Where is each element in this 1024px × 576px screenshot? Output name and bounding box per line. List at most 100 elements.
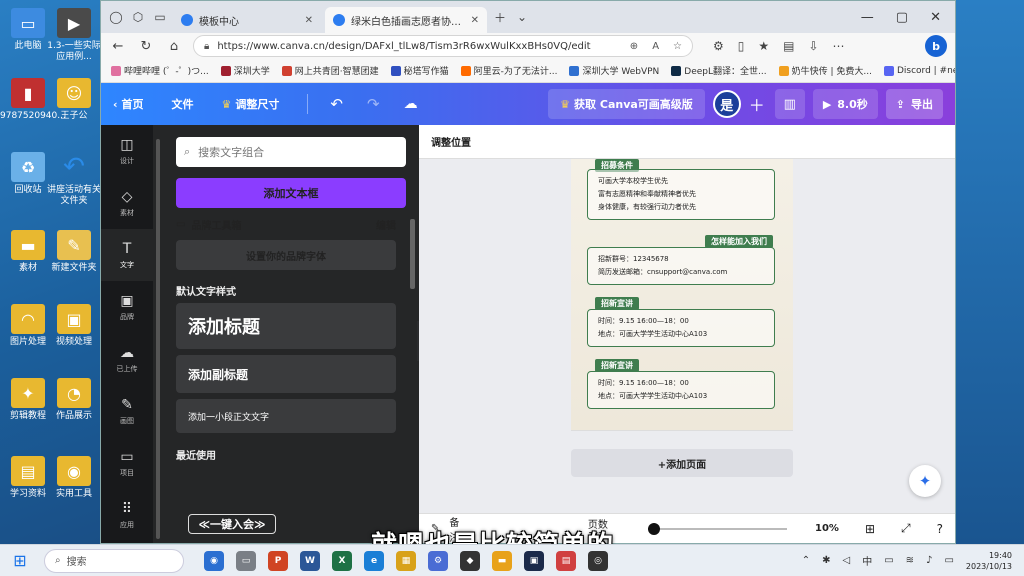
zoom-icon[interactable]: ⊕ [630, 41, 638, 52]
more-icon[interactable]: ⋯ [833, 39, 845, 53]
app-icon[interactable]: ▭ [236, 550, 256, 571]
bookmark-item[interactable]: 深圳大学 WebVPN [569, 64, 659, 77]
desktop-icon[interactable]: ◉ 实用工具 [46, 456, 102, 500]
collections-icon[interactable]: ▤ [783, 39, 794, 53]
bing-copilot-icon[interactable]: b [925, 35, 947, 57]
tab-canva-design[interactable]: 绿米白色插画志愿者协会招新海... ✕ [325, 7, 487, 33]
add-textbox-button[interactable]: 添加文本框 [176, 178, 406, 208]
clock[interactable]: 19:40 2023/10/13 [966, 550, 1012, 572]
bookmark-item[interactable]: 奶牛快传 | 免费大... [778, 64, 872, 77]
downloads-icon[interactable]: ⇩ [808, 39, 818, 53]
section-box[interactable]: 可画大学本校学生优先 富有志愿精神和奉献精神者优先 身体健康，有较强行动力者优先 [587, 169, 775, 220]
windows-start-icon[interactable]: ⊞ [10, 551, 30, 571]
section-box[interactable]: 时间：9.15 16:00—18：00 地点：可画大学学生活动中心A103 [587, 309, 775, 347]
app-icon[interactable]: ◆ [460, 550, 480, 571]
back-icon[interactable]: ← [109, 39, 127, 54]
upgrade-button[interactable]: ♛ 获取 Canva可画高级版 [548, 89, 705, 119]
avatar[interactable]: 是 [712, 90, 741, 118]
add-subheading-button[interactable]: 添加副标题 [176, 355, 396, 393]
excel-icon[interactable]: X [332, 550, 352, 571]
app-icon[interactable]: ▣ [524, 550, 544, 571]
app-icon[interactable]: ▤ [556, 550, 576, 571]
app-icon[interactable]: ◎ [588, 550, 608, 571]
file-menu-button[interactable]: 文件 [172, 96, 194, 112]
panel-scrollbar[interactable] [410, 219, 415, 289]
help-icon[interactable]: ? [937, 522, 943, 536]
bookmark-item[interactable]: DeepL翻译：全世... [671, 64, 767, 77]
chevron-down-icon[interactable]: ⌄ [513, 8, 531, 26]
split-screen-icon[interactable]: ▯ [738, 39, 745, 53]
home-button[interactable]: ‹ 首页 [113, 96, 144, 112]
text-search-box[interactable]: ⌕ [176, 137, 406, 167]
rail-item-projects[interactable]: ▭ 项目 [101, 437, 153, 489]
brand-kit-edit-link[interactable]: 编辑 [376, 217, 396, 232]
invite-plus-icon[interactable]: ＋ [749, 92, 765, 116]
section-box[interactable]: 时间：9.15 16:00—18：00 地点：可画大学学生活动中心A103 [587, 371, 775, 409]
minimize-icon[interactable]: — [861, 10, 874, 25]
fullscreen-icon[interactable]: ⤢ [901, 521, 911, 536]
app-icon[interactable]: ◉ [204, 550, 224, 571]
insights-chart-icon[interactable]: ▥ [774, 89, 805, 119]
rail-item-brand[interactable]: ▣ 品牌 [101, 281, 153, 333]
close-window-icon[interactable]: ✕ [930, 10, 941, 25]
resize-button[interactable]: ♛ 调整尺寸 [222, 96, 280, 112]
desktop-icon[interactable]: ◔ 作品展示 [46, 378, 102, 422]
add-body-text-button[interactable]: 添加一小段正文文字 [176, 399, 396, 433]
export-button[interactable]: ⇪ 导出 [885, 89, 943, 119]
desktop-icon[interactable]: ↶ 讲座活动有关文件夹 [46, 152, 102, 207]
grid-view-icon[interactable]: ⊞ [865, 522, 875, 536]
zoom-level[interactable]: 10% [815, 523, 839, 534]
bookmark-item[interactable]: 哔哩哔哩 (゜-゜)つ... [111, 64, 209, 77]
rail-item-apps[interactable]: ⠿ 应用 [101, 489, 153, 541]
new-tab-icon[interactable]: ＋ [491, 8, 509, 26]
desktop-icon[interactable]: ☺ 王子公 [46, 78, 102, 122]
set-brand-font-button[interactable]: 设置你的品牌字体 [176, 240, 396, 270]
chevron-up-icon[interactable]: ⌃ [802, 555, 810, 566]
speaker-icon[interactable]: ♪ [926, 555, 932, 566]
zoom-slider-knob[interactable] [648, 522, 661, 535]
taskbar-search[interactable]: ⌕ 搜索 [44, 548, 184, 573]
desktop-icon[interactable]: ▶ 1.3-一些实际 应用例... [46, 8, 102, 63]
adjust-position-button[interactable]: 调整位置 [431, 134, 471, 149]
favorites-icon[interactable]: ★ [758, 39, 769, 53]
search-input[interactable] [198, 145, 379, 159]
home-icon[interactable]: ⌂ [165, 39, 183, 54]
powerpoint-icon[interactable]: P [268, 550, 288, 571]
word-icon[interactable]: W [300, 550, 320, 571]
close-tab-icon[interactable]: ✕ [471, 15, 479, 26]
read-aloud-icon[interactable]: A [652, 41, 659, 52]
rail-scrollbar[interactable] [156, 139, 160, 539]
cloud-sync-icon[interactable]: ☁ [404, 96, 418, 112]
rail-item-uploads[interactable]: ☁ 已上传 [101, 333, 153, 385]
tab-template-center[interactable]: 模板中心 ✕ [173, 7, 321, 33]
present-button[interactable]: ▶ 8.0秒 [812, 89, 878, 119]
volume-icon[interactable]: ◁ [843, 555, 851, 566]
extensions-icon[interactable]: ⚙ [713, 39, 724, 53]
bookmark-item[interactable]: 深圳大学 [220, 64, 270, 77]
settings-icon[interactable]: ⚙ [428, 550, 448, 571]
desktop-icon[interactable]: ▣ 视频处理 [46, 304, 102, 348]
bookmark-item[interactable]: 秘塔写作猫 [390, 64, 449, 77]
file-explorer-icon[interactable]: ▬ [492, 550, 512, 571]
rail-item-draw[interactable]: ✎ 画图 [101, 385, 153, 437]
profile-icon[interactable]: ◯ [107, 8, 125, 26]
undo-icon[interactable]: ↶ [330, 95, 343, 113]
join-text-combo[interactable]: ≪一键入会≫ [188, 514, 276, 534]
rail-item-elements[interactable]: ◇ 素材 [101, 177, 153, 229]
rail-item-design[interactable]: ◫ 设计 [101, 125, 153, 177]
ime-indicator[interactable]: 中 [862, 553, 872, 568]
desktop-icon[interactable]: ✎ 新建文件夹 [46, 230, 102, 274]
favorite-star-icon[interactable]: ☆ [673, 41, 682, 52]
store-icon[interactable]: ▦ [396, 550, 416, 571]
tab-actions-icon[interactable]: ▭ [151, 8, 169, 26]
wifi-icon[interactable]: ≋ [906, 555, 914, 566]
bookmark-item[interactable]: 阿里云-为了无法计... [460, 64, 557, 77]
redo-icon[interactable]: ↷ [367, 95, 380, 113]
battery-icon[interactable]: ▭ [944, 555, 953, 566]
maximize-icon[interactable]: ▢ [896, 10, 908, 25]
refresh-icon[interactable]: ↻ [137, 39, 155, 54]
workspaces-icon[interactable]: ⬡ [129, 8, 147, 26]
rail-item-text[interactable]: T 文字 [101, 229, 153, 281]
zoom-slider[interactable] [648, 522, 788, 535]
bookmark-item[interactable]: Discord | #newbie... [883, 65, 955, 76]
